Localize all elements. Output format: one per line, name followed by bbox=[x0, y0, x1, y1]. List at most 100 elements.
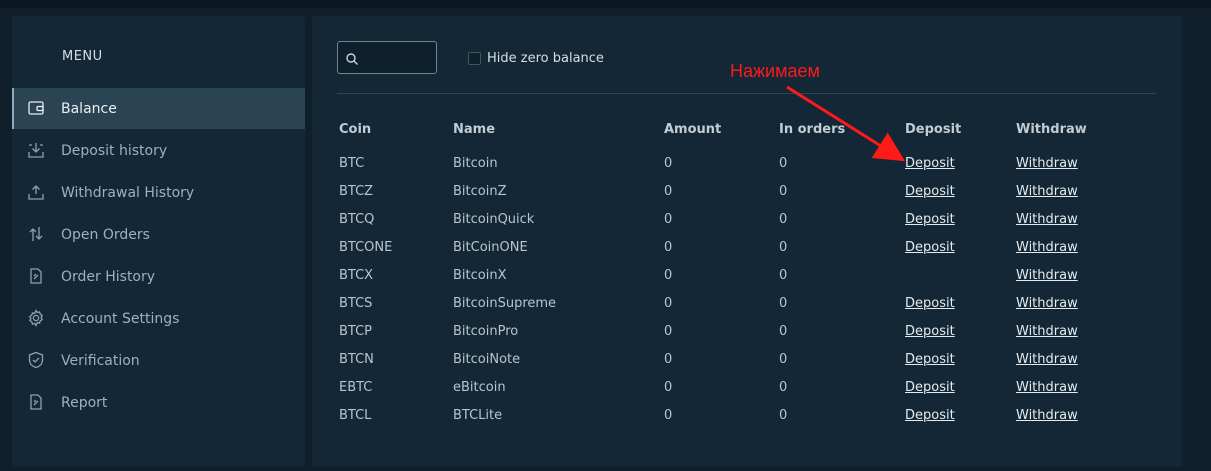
cell-in-orders: 0 bbox=[779, 380, 788, 395]
column-header-coin[interactable]: Coin bbox=[339, 122, 371, 137]
withdraw-link[interactable]: Withdraw bbox=[1016, 240, 1078, 255]
cell-amount: 0 bbox=[664, 408, 673, 423]
withdraw-link[interactable]: Withdraw bbox=[1016, 408, 1078, 423]
cell-in-orders: 0 bbox=[779, 240, 788, 255]
sidebar-item-label: Report bbox=[61, 394, 108, 411]
deposit-tray-icon bbox=[27, 141, 45, 159]
withdraw-tray-icon bbox=[27, 183, 45, 201]
divider bbox=[337, 93, 1156, 94]
deposit-link[interactable]: Deposit bbox=[905, 296, 955, 311]
cell-name: BitcoinZ bbox=[453, 184, 507, 199]
withdraw-link[interactable]: Withdraw bbox=[1016, 268, 1078, 283]
cell-amount: 0 bbox=[664, 268, 673, 283]
search-input[interactable] bbox=[364, 46, 432, 70]
cell-coin: BTCZ bbox=[339, 184, 374, 199]
cell-coin: BTC bbox=[339, 156, 365, 171]
exchange-arrows-icon bbox=[27, 225, 45, 243]
cell-name: eBitcoin bbox=[453, 380, 506, 395]
cell-amount: 0 bbox=[664, 240, 673, 255]
sidebar-item-balance[interactable]: Balance bbox=[12, 88, 305, 129]
cell-coin: BTCP bbox=[339, 324, 373, 339]
hide-zero-label: Hide zero balance bbox=[487, 51, 604, 66]
gear-icon bbox=[27, 309, 45, 327]
cell-amount: 0 bbox=[664, 296, 673, 311]
cell-in-orders: 0 bbox=[779, 268, 788, 283]
deposit-link[interactable]: Deposit bbox=[905, 352, 955, 367]
cell-in-orders: 0 bbox=[779, 408, 788, 423]
sidebar: MENU Balance Deposit history Withdrawal … bbox=[12, 16, 305, 467]
withdraw-link[interactable]: Withdraw bbox=[1016, 380, 1078, 395]
deposit-link[interactable]: Deposit bbox=[905, 408, 955, 423]
cell-name: BTCLite bbox=[453, 408, 503, 423]
document-icon bbox=[27, 267, 45, 285]
sidebar-item-open-orders[interactable]: Open Orders bbox=[12, 214, 305, 255]
sidebar-item-label: Account Settings bbox=[61, 310, 180, 327]
column-header-name[interactable]: Name bbox=[453, 122, 495, 137]
cell-amount: 0 bbox=[664, 212, 673, 227]
sidebar-item-label: Deposit history bbox=[61, 142, 168, 159]
column-header-deposit: Deposit bbox=[905, 122, 962, 137]
sidebar-item-label: Withdrawal History bbox=[61, 184, 195, 201]
cell-in-orders: 0 bbox=[779, 324, 788, 339]
deposit-link[interactable]: Deposit bbox=[905, 324, 955, 339]
search-box[interactable] bbox=[337, 41, 437, 74]
cell-amount: 0 bbox=[664, 352, 673, 367]
cell-name: BitCoinONE bbox=[453, 240, 528, 255]
column-header-withdraw: Withdraw bbox=[1016, 122, 1087, 137]
column-header-amount[interactable]: Amount bbox=[664, 122, 721, 137]
withdraw-link[interactable]: Withdraw bbox=[1016, 156, 1078, 171]
cell-name: BitcoinQuick bbox=[453, 212, 535, 227]
cell-coin: BTCX bbox=[339, 268, 374, 283]
sidebar-item-order-history[interactable]: Order History bbox=[12, 256, 305, 297]
sidebar-item-label: Order History bbox=[61, 268, 156, 285]
deposit-link[interactable]: Deposit bbox=[905, 184, 955, 199]
cell-name: BitcoiNote bbox=[453, 352, 521, 367]
sidebar-item-report[interactable]: Report bbox=[12, 382, 305, 423]
menu-title: MENU bbox=[62, 49, 103, 64]
deposit-link[interactable]: Deposit bbox=[905, 380, 955, 395]
cell-coin: EBTC bbox=[339, 380, 373, 395]
withdraw-link[interactable]: Withdraw bbox=[1016, 184, 1078, 199]
cell-coin: BTCN bbox=[339, 352, 374, 367]
deposit-link[interactable]: Deposit bbox=[905, 212, 955, 227]
cell-amount: 0 bbox=[664, 324, 673, 339]
report-icon bbox=[27, 393, 45, 411]
deposit-link[interactable]: Deposit bbox=[905, 156, 955, 171]
cell-name: BitcoinX bbox=[453, 268, 507, 283]
withdraw-link[interactable]: Withdraw bbox=[1016, 324, 1078, 339]
cell-coin: BTCONE bbox=[339, 240, 393, 255]
annotation-label: Нажимаем bbox=[730, 61, 820, 81]
balance-panel: Hide zero balance Coin Name Amount In or… bbox=[312, 16, 1182, 467]
sidebar-item-withdrawal-history[interactable]: Withdrawal History bbox=[12, 172, 305, 213]
sidebar-item-account-settings[interactable]: Account Settings bbox=[12, 298, 305, 339]
sidebar-item-verification[interactable]: Verification bbox=[12, 340, 305, 381]
cell-name: BitcoinSupreme bbox=[453, 296, 557, 311]
top-bar bbox=[0, 0, 1211, 8]
cell-in-orders: 0 bbox=[779, 352, 788, 367]
cell-amount: 0 bbox=[664, 184, 673, 199]
hide-zero-checkbox[interactable] bbox=[468, 52, 481, 65]
wallet-icon bbox=[27, 99, 45, 117]
cell-amount: 0 bbox=[664, 156, 673, 171]
cell-coin: BTCS bbox=[339, 296, 373, 311]
cell-name: Bitcoin bbox=[453, 156, 498, 171]
search-icon bbox=[345, 51, 359, 65]
cell-in-orders: 0 bbox=[779, 296, 788, 311]
cell-in-orders: 0 bbox=[779, 212, 788, 227]
hide-zero-toggle[interactable]: Hide zero balance bbox=[468, 51, 604, 66]
annotation-arrow bbox=[786, 85, 906, 162]
sidebar-item-label: Open Orders bbox=[61, 226, 150, 243]
cell-in-orders: 0 bbox=[779, 184, 788, 199]
cell-amount: 0 bbox=[664, 380, 673, 395]
withdraw-link[interactable]: Withdraw bbox=[1016, 352, 1078, 367]
sidebar-item-label: Verification bbox=[61, 352, 140, 369]
cell-coin: BTCQ bbox=[339, 212, 375, 227]
shield-check-icon bbox=[27, 351, 45, 369]
cell-name: BitcoinPro bbox=[453, 324, 519, 339]
sidebar-item-label: Balance bbox=[61, 100, 117, 117]
sidebar-item-deposit-history[interactable]: Deposit history bbox=[12, 130, 305, 171]
cell-coin: BTCL bbox=[339, 408, 372, 423]
withdraw-link[interactable]: Withdraw bbox=[1016, 296, 1078, 311]
deposit-link[interactable]: Deposit bbox=[905, 240, 955, 255]
withdraw-link[interactable]: Withdraw bbox=[1016, 212, 1078, 227]
